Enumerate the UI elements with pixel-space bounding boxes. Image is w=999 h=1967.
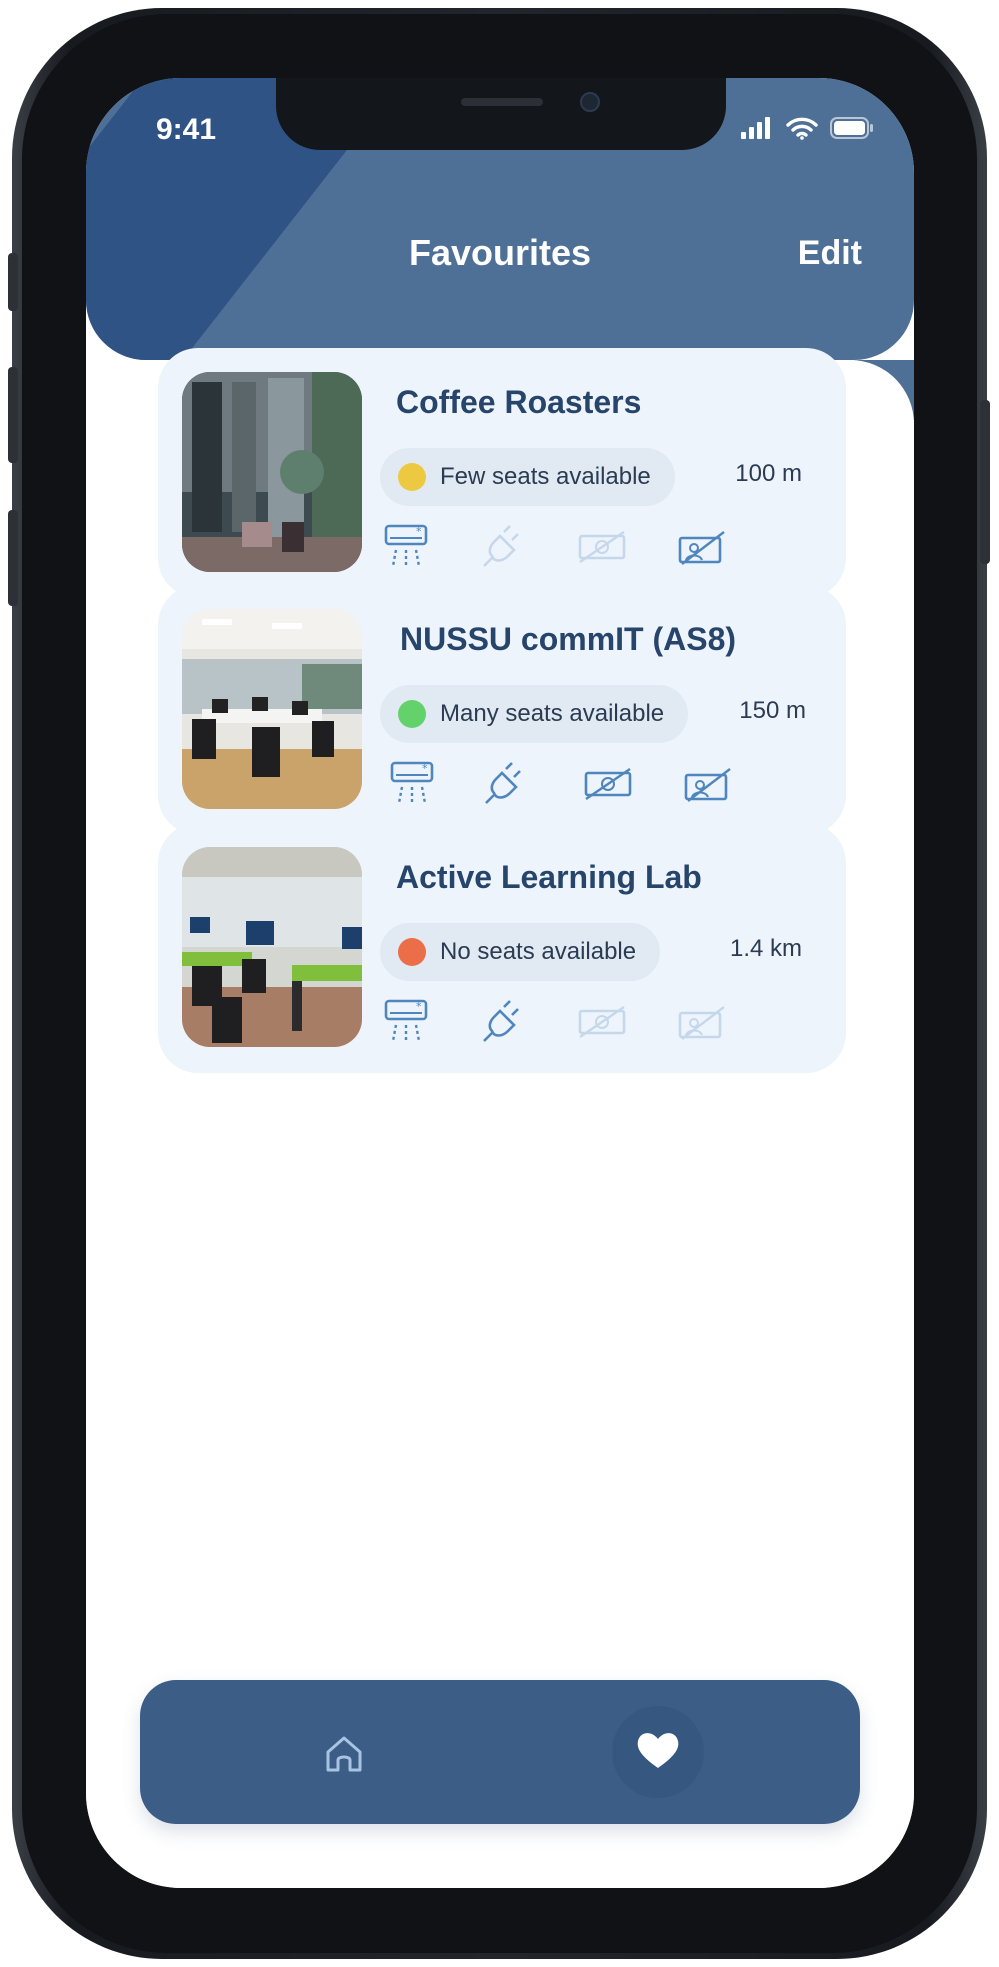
- seat-status-text: Few seats available: [440, 463, 651, 490]
- mute-switch: [8, 253, 18, 311]
- distance-text: 150 m: [739, 697, 806, 724]
- favourites-tab-button[interactable]: [612, 1706, 704, 1798]
- aircon-icon: *: [380, 997, 432, 1047]
- seat-status-dot: [398, 938, 426, 966]
- seat-status-badge: Few seats available: [380, 448, 675, 506]
- payment-icon: [576, 522, 628, 572]
- power-plug-icon: [482, 759, 534, 809]
- speaker-grille: [461, 98, 543, 106]
- page-title: Favourites: [408, 232, 592, 273]
- home-icon[interactable]: [322, 1732, 366, 1776]
- svg-text:*: *: [422, 762, 428, 775]
- favourite-card[interactable]: Coffee Roasters Few seats available 100 …: [158, 348, 846, 598]
- signal-icon: [740, 116, 774, 145]
- power-plug-icon: [480, 522, 532, 572]
- seat-status-dot: [398, 463, 426, 491]
- notch: [276, 78, 726, 150]
- front-camera: [580, 92, 600, 112]
- volume-down-button: [8, 510, 18, 606]
- amenity-row: *: [380, 522, 820, 572]
- favourite-card[interactable]: Active Learning Lab No seats available 1…: [158, 823, 846, 1073]
- volume-up-button: [8, 367, 18, 463]
- power-plug-icon: [480, 997, 532, 1047]
- seat-status-text: No seats available: [440, 938, 637, 965]
- place-photo: [182, 372, 362, 572]
- place-photo: [182, 847, 362, 1047]
- wifi-icon: [786, 116, 818, 145]
- amenity-row: *: [380, 997, 820, 1047]
- place-name: Active Learning Lab: [396, 859, 702, 895]
- seat-status-text: Many seats available: [440, 700, 665, 727]
- svg-text:*: *: [416, 1000, 422, 1013]
- distance-text: 1.4 km: [729, 935, 802, 962]
- seat-status-dot: [398, 700, 426, 728]
- svg-text:*: *: [416, 525, 422, 538]
- edit-button[interactable]: Edit: [798, 234, 862, 273]
- payment-icon: [582, 759, 634, 809]
- discussion-room-icon: [682, 759, 734, 809]
- status-icons: [740, 114, 874, 146]
- place-name: NUSSU commIT (AS8): [400, 621, 737, 657]
- seat-status-badge: No seats available: [380, 923, 661, 981]
- place-name: Coffee Roasters: [396, 384, 642, 420]
- status-time: 9:41: [156, 113, 217, 146]
- heart-icon: [634, 1728, 682, 1777]
- place-photo: [182, 609, 362, 809]
- payment-icon: [576, 997, 628, 1047]
- app-screen: 9:41 Favourites Edit Coffee Roasters Few…: [86, 78, 914, 1888]
- aircon-icon: *: [386, 759, 438, 809]
- power-button: [980, 400, 990, 564]
- aircon-icon: *: [380, 522, 432, 572]
- bottom-nav: [140, 1680, 860, 1824]
- seat-status-badge: Many seats available: [380, 685, 689, 743]
- favourite-card[interactable]: NUSSU commIT (AS8) Many seats available …: [158, 585, 846, 835]
- amenity-row: *: [386, 759, 826, 809]
- discussion-room-icon: [676, 997, 728, 1047]
- distance-text: 100 m: [735, 460, 802, 487]
- battery-icon: [830, 116, 874, 145]
- discussion-room-icon: [676, 522, 728, 572]
